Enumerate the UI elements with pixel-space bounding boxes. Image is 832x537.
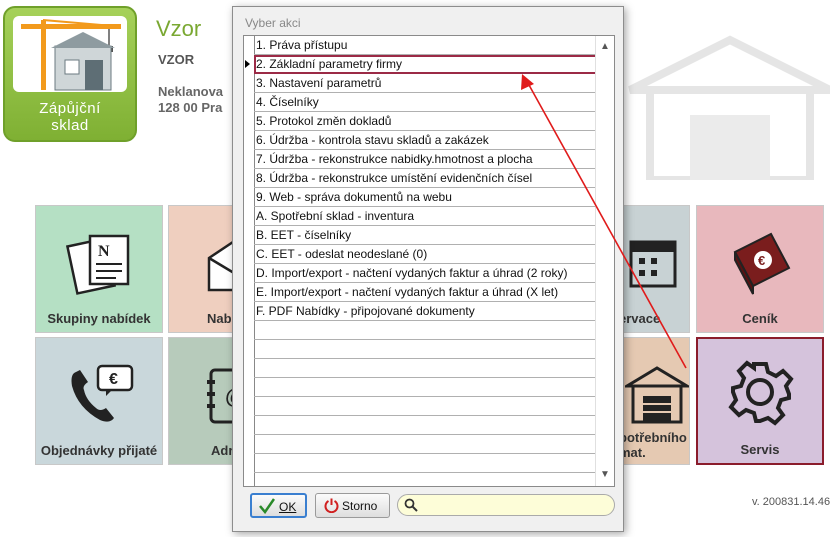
empty-row: [254, 378, 597, 397]
phone-euro-icon: €: [66, 360, 136, 430]
tile-label: Objednávky přijaté: [40, 443, 158, 458]
tile-label: Skupiny nabídek: [47, 311, 151, 326]
list-item[interactable]: 9. Web - správa dokumentů na webu: [254, 188, 597, 207]
action-list: 1. Práva přístupu 2. Základní parametry f…: [245, 36, 597, 473]
ok-label: OK: [279, 500, 297, 514]
company-title: Vzor: [156, 16, 202, 41]
list-item[interactable]: 6. Údržba - kontrola stavu skladů a zaká…: [254, 131, 597, 150]
tile-label: Ceník: [742, 311, 778, 326]
storno-label: Storno: [342, 499, 378, 513]
warehouse-watermark-icon: [620, 20, 832, 184]
company-address: Neklanova 128 00 Pra: [158, 84, 224, 115]
scroll-down-icon[interactable]: ▼: [596, 466, 614, 484]
list-item[interactable]: C. EET - odeslat neodeslané (0): [254, 245, 597, 264]
list-item[interactable]: 3. Nastavení parametrů: [254, 74, 597, 93]
tile-servis[interactable]: Servis: [696, 337, 824, 465]
list-item[interactable]: 4. Číselníky: [254, 93, 597, 112]
tile-skupiny-nabidek[interactable]: N Skupiny nabídek: [35, 205, 163, 333]
tile-cenik[interactable]: € Ceník: [696, 205, 824, 333]
gear-icon: [725, 357, 795, 427]
app-logo: Zápůjční sklad: [3, 6, 137, 142]
empty-row: [254, 397, 597, 416]
list-item[interactable]: 7. Údržba - rekonstrukce nabidky.hmotnos…: [254, 150, 597, 169]
logo-text: Zápůjční sklad: [39, 100, 101, 134]
empty-row: [254, 454, 597, 473]
ok-button[interactable]: OK: [250, 493, 307, 518]
action-listbox[interactable]: 1. Práva přístupu 2. Základní parametry f…: [243, 35, 615, 487]
list-item[interactable]: B. EET - číselníky: [254, 226, 597, 245]
dialog-title: Vyber akci: [245, 16, 301, 30]
empty-row: [254, 321, 597, 340]
svg-text:€: €: [109, 371, 118, 388]
list-item[interactable]: F. PDF Nabídky - připojované dokumenty: [254, 302, 597, 321]
svg-text:N: N: [98, 243, 110, 260]
scroll-up-icon[interactable]: ▲: [596, 38, 614, 56]
action-dialog: Vyber akci 1. Práva přístupu 2. Základní …: [232, 6, 624, 532]
list-item[interactable]: 1. Práva přístupu: [254, 36, 597, 55]
empty-row: [254, 340, 597, 359]
version-label: v. 200831.14.46: [752, 496, 831, 508]
offer-documents-icon: N: [65, 228, 136, 298]
svg-text:€: €: [758, 253, 765, 268]
vertical-scrollbar[interactable]: ▲ ▼: [595, 36, 614, 486]
row-pointer-icon: [245, 60, 250, 68]
list-item[interactable]: 8. Údržba - rekonstrukce umístění eviden…: [254, 169, 597, 188]
empty-row: [254, 359, 597, 378]
storno-button[interactable]: Storno: [315, 493, 390, 518]
warehouse-icon: [621, 360, 695, 430]
search-icon: [404, 498, 418, 512]
tile-objednavky-prijate[interactable]: € Objednávky přijaté: [35, 337, 163, 465]
company-code: VZOR: [158, 52, 195, 67]
list-item[interactable]: A. Spotřební sklad - inventura: [254, 207, 597, 226]
empty-row: [254, 416, 597, 435]
euro-book-icon: €: [727, 228, 797, 298]
list-item[interactable]: D. Import/export - načtení vydaných fakt…: [254, 264, 597, 283]
search-field[interactable]: [397, 494, 615, 516]
calendar-icon: [627, 228, 697, 298]
crane-building-icon: [13, 16, 127, 92]
power-icon: [324, 498, 339, 513]
tile-label: Servis: [740, 442, 780, 457]
list-item[interactable]: 2. Základní parametry firmy: [245, 55, 597, 74]
checkmark-icon: [259, 498, 275, 514]
list-item[interactable]: 5. Protokol změn dokladů: [254, 112, 597, 131]
list-item-label: 2. Základní parametry firmy: [256, 57, 403, 71]
list-item[interactable]: E. Import/export - načtení vydaných fakt…: [254, 283, 597, 302]
empty-row: [254, 435, 597, 454]
